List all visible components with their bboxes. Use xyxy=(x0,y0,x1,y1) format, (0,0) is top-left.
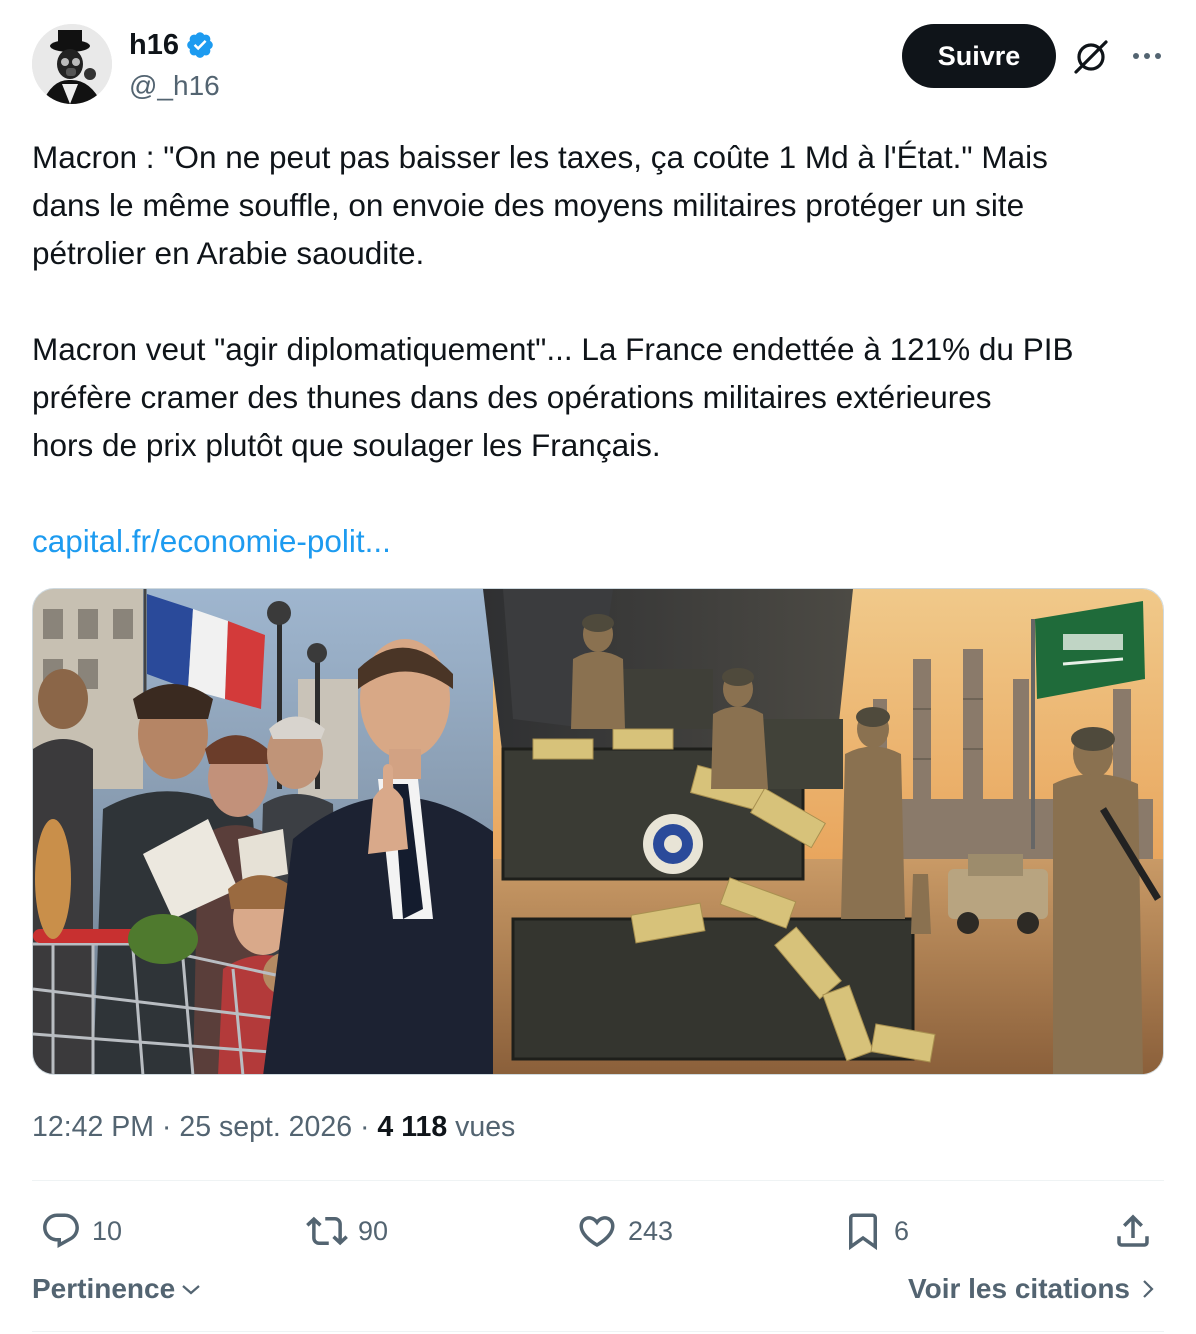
handle[interactable]: @_h16 xyxy=(129,70,220,102)
follow-button[interactable]: Suivre xyxy=(902,24,1056,88)
like-button[interactable]: 243 xyxy=(576,1203,673,1259)
bookmark-button[interactable]: 6 xyxy=(842,1203,909,1259)
view-quotes-label: Voir les citations xyxy=(908,1273,1130,1304)
reply-icon xyxy=(43,1213,79,1248)
views-count: 4 118 xyxy=(377,1111,448,1143)
heart-icon xyxy=(579,1216,615,1248)
repost-count: 90 xyxy=(358,1215,389,1246)
display-name[interactable]: h16 xyxy=(129,30,179,60)
tweet-line: hors de prix plutôt que soulager les Fra… xyxy=(32,427,661,463)
tweet-date[interactable]: 25 sept. 2026 xyxy=(179,1111,352,1143)
meta-separator: · xyxy=(161,1111,172,1143)
reply-button[interactable]: 10 xyxy=(40,1203,122,1259)
name-row: h16 xyxy=(129,30,215,60)
divider xyxy=(32,1331,1164,1332)
verified-badge-icon xyxy=(185,30,215,60)
like-count: 243 xyxy=(628,1215,674,1246)
tweet-line: Macron veut "agir diplomatiquement"... L… xyxy=(32,331,1074,367)
sort-label: Pertinence xyxy=(32,1273,176,1304)
repost-icon xyxy=(306,1216,348,1246)
more-options-icon[interactable] xyxy=(1129,38,1165,74)
divider xyxy=(32,1180,1164,1181)
avatar[interactable] xyxy=(32,24,112,104)
action-bar: 10 90 243 6 xyxy=(32,1203,1164,1259)
tweet-header: h16 @_h16 Suivre xyxy=(32,24,1164,106)
tweet-line: préfère cramer des thunes dans des opéra… xyxy=(32,379,992,415)
share-icon xyxy=(1117,1214,1149,1247)
sort-dropdown[interactable]: Pertinence xyxy=(32,1273,203,1305)
tweet-line: pétrolier en Arabie saoudite. xyxy=(32,235,425,271)
views-label: vues xyxy=(455,1111,516,1143)
view-quotes-link[interactable]: Voir les citations xyxy=(908,1273,1158,1305)
tweet-image[interactable] xyxy=(32,588,1164,1075)
bookmark-icon xyxy=(849,1213,877,1251)
tweet-text: Macron : "On ne peut pas baisser les tax… xyxy=(32,133,1167,565)
share-button[interactable] xyxy=(1112,1203,1154,1259)
tweet-line: dans le même souffle, on envoie des moye… xyxy=(32,187,1025,223)
bookmark-count: 6 xyxy=(894,1215,910,1246)
tweet-line: Macron : "On ne peut pas baisser les tax… xyxy=(32,139,1048,175)
tweet-meta: 12:42 PM · 25 sept. 2026 · 4 118 vues xyxy=(32,1111,515,1144)
grok-icon[interactable] xyxy=(1072,38,1110,76)
tweet-time[interactable]: 12:42 PM xyxy=(32,1111,154,1143)
reply-count: 10 xyxy=(92,1215,123,1246)
chevron-down-icon xyxy=(182,1285,200,1295)
article-link[interactable]: capital.fr/economie-polit... xyxy=(32,517,391,565)
repost-button[interactable]: 90 xyxy=(306,1203,388,1259)
chevron-right-icon xyxy=(1143,1280,1154,1298)
meta-separator: · xyxy=(360,1111,370,1143)
